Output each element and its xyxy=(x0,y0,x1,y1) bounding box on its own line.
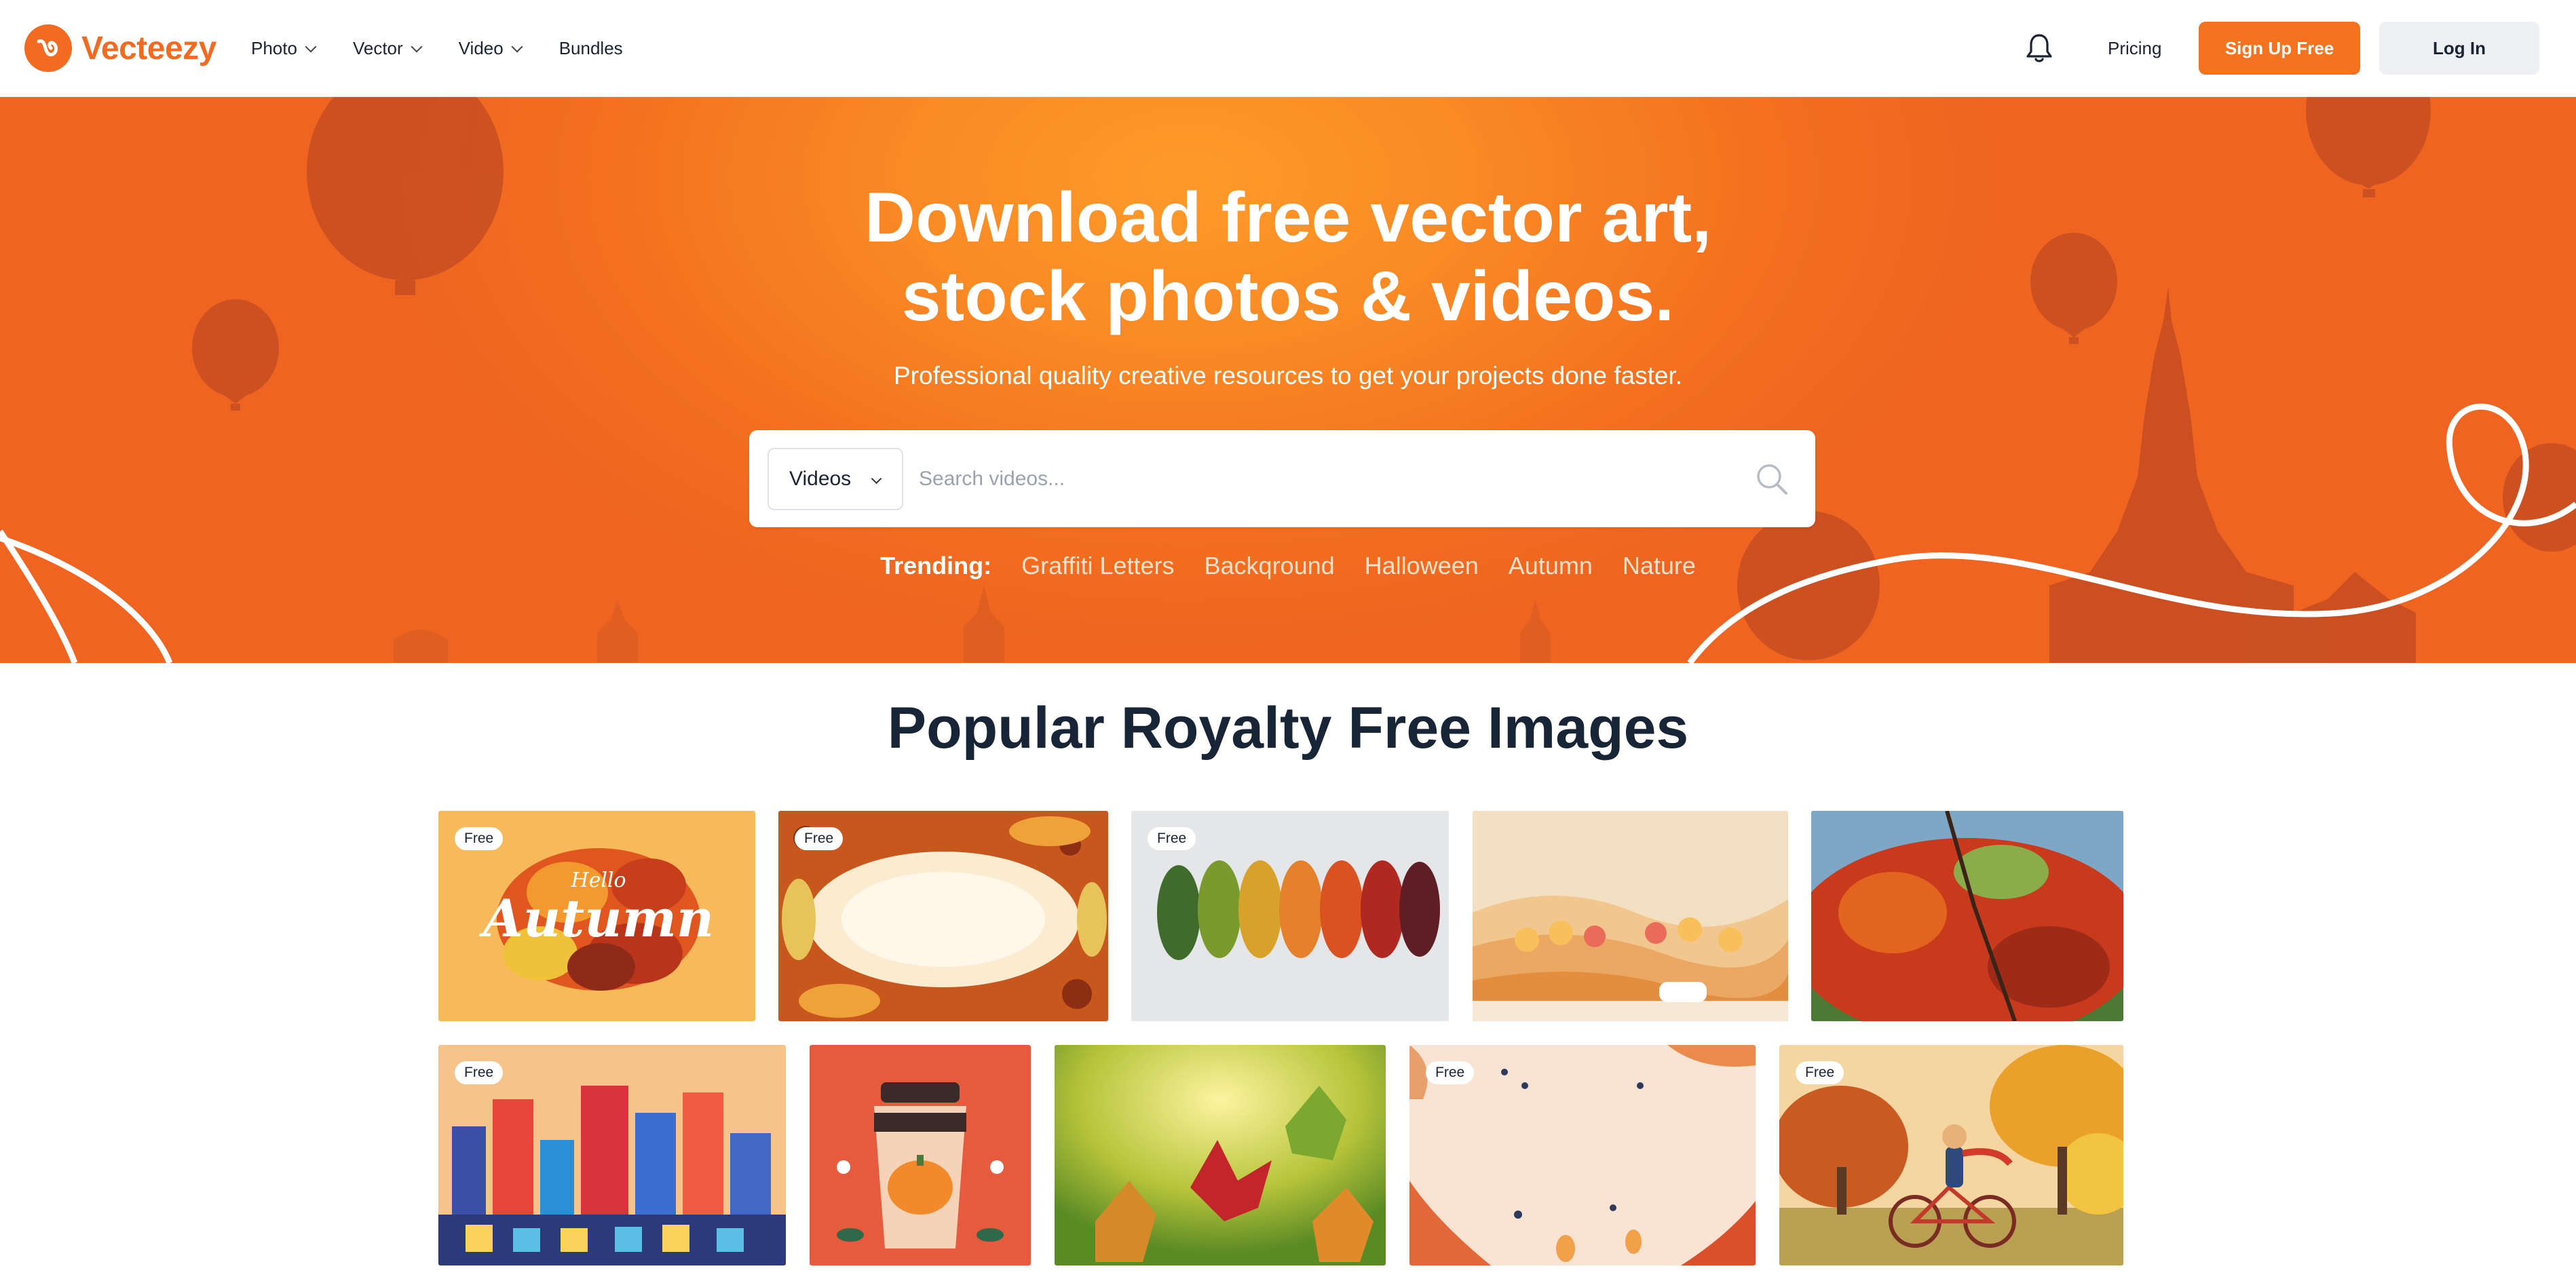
hero-title: Download free vector art, stock photos & … xyxy=(0,178,2576,336)
nav-photo[interactable]: Photo xyxy=(251,38,317,59)
top-navbar: Vecteezy Photo Vector Video Bundles Pric… xyxy=(0,0,2576,97)
logo-text: Vecteezy xyxy=(81,30,216,66)
image-tile-red-tree[interactable] xyxy=(1811,811,2123,1021)
maple-leaves-photo xyxy=(1055,1045,1386,1265)
trending-tag[interactable]: Graffiti Letters xyxy=(1021,552,1174,580)
chevron-down-icon xyxy=(871,473,882,484)
search-bar: Videos xyxy=(749,430,1815,527)
nav-photo-label: Photo xyxy=(251,38,297,58)
free-badge: Free xyxy=(455,1061,504,1084)
image-tile-colorful-leaves[interactable]: Free xyxy=(1131,811,1449,1021)
image-tile-hello-autumn[interactable]: Hello Autumn Free xyxy=(438,811,755,1021)
red-tree-photo xyxy=(1811,811,2123,1021)
trending-tag[interactable]: Nature xyxy=(1623,552,1696,580)
trending-tag[interactable]: Halloween xyxy=(1365,552,1479,580)
nav-vector[interactable]: Vector xyxy=(352,38,423,59)
logo-mark-icon xyxy=(24,24,72,72)
autumn-lettering: Autumn xyxy=(479,888,714,949)
free-badge: Free xyxy=(1148,827,1196,850)
chevron-down-icon xyxy=(411,41,423,52)
nav-bundles-label: Bundles xyxy=(558,38,623,58)
paper-landscape-illustration xyxy=(1473,811,1788,1021)
notification-bell-icon[interactable] xyxy=(2025,33,2053,64)
image-tile-autumn-background[interactable]: Free xyxy=(1409,1045,1756,1265)
hero-title-line-2: stock photos & videos. xyxy=(901,257,1675,336)
trending-label: Trending: xyxy=(880,552,992,579)
trending-searches: Trending: Graffiti Letters Backqround Ha… xyxy=(0,552,2576,580)
asset-type-select[interactable]: Videos xyxy=(768,448,903,510)
asset-type-selected: Videos xyxy=(789,468,852,490)
main-nav: Photo Vector Video Bundles xyxy=(251,0,661,97)
free-badge: Free xyxy=(1426,1061,1475,1084)
hero-banner: Download free vector art, stock photos & … xyxy=(0,97,2576,663)
search-input[interactable] xyxy=(919,455,1733,503)
image-tile-paper-landscape[interactable] xyxy=(1473,811,1788,1021)
sign-up-button[interactable]: Sign Up Free xyxy=(2199,22,2360,75)
free-badge: Free xyxy=(1796,1061,1844,1084)
image-tile-city-skyline[interactable]: Free xyxy=(438,1045,786,1265)
popular-section-title: Popular Royalty Free Images xyxy=(887,695,1689,761)
chevron-down-icon xyxy=(305,41,317,52)
nav-video-label: Video xyxy=(458,38,504,58)
nav-bundles[interactable]: Bundles xyxy=(559,38,623,59)
search-icon[interactable] xyxy=(1754,461,1789,497)
free-badge: Free xyxy=(795,827,844,850)
chevron-down-icon xyxy=(511,41,523,52)
nav-video[interactable]: Video xyxy=(458,38,523,59)
trending-tag[interactable]: Backqround xyxy=(1205,552,1335,580)
image-tile-cyclist-park[interactable]: Free xyxy=(1779,1045,2123,1265)
hero-title-line-1: Download free vector art, xyxy=(864,178,1712,257)
log-in-button[interactable]: Log In xyxy=(2379,22,2539,75)
image-tile-pumpkin-cup[interactable] xyxy=(810,1045,1031,1265)
image-tile-maple-leaves[interactable] xyxy=(1055,1045,1386,1265)
trending-tag[interactable]: Autumn xyxy=(1509,552,1593,580)
free-badge: Free xyxy=(455,827,504,850)
nav-vector-label: Vector xyxy=(352,38,403,58)
image-tile-autumn-frame[interactable]: Free xyxy=(778,811,1108,1021)
pumpkin-cup-illustration xyxy=(810,1045,1031,1265)
vecteezy-logo[interactable]: Vecteezy xyxy=(24,24,216,73)
hero-subtitle: Professional quality creative resources … xyxy=(894,362,1682,389)
pricing-link[interactable]: Pricing xyxy=(2108,0,2161,97)
